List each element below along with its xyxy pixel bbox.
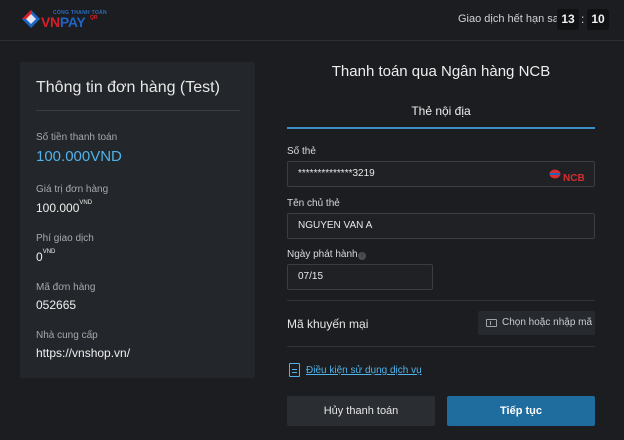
- ncb-logo-icon: [549, 169, 561, 179]
- vnpay-logo-icon: [22, 10, 40, 28]
- promo-label: Mã khuyến mại: [287, 317, 369, 331]
- card-number-field[interactable]: **************3219 NCB: [287, 161, 595, 187]
- order-id-value: 052665: [36, 298, 77, 312]
- expire-label: Giao dịch hết hạn sau: [458, 13, 566, 25]
- order-value: 100.000VND: [36, 200, 93, 215]
- amount-value: 100.000VND: [36, 148, 122, 165]
- fee-label: Phí giao dịch: [36, 233, 94, 244]
- document-icon: [289, 363, 300, 377]
- ticket-icon: [486, 319, 497, 327]
- issue-date-value: 07/15: [298, 271, 324, 282]
- tab-domestic-card[interactable]: Thẻ nội địa: [287, 104, 595, 129]
- divider: [287, 346, 595, 347]
- card-holder-label: Tên chủ thẻ: [287, 198, 340, 209]
- order-title: Thông tin đơn hàng (Test): [36, 79, 220, 96]
- payment-title: Thanh toán qua Ngân hàng NCB: [331, 63, 551, 80]
- card-holder-field[interactable]: NGUYEN VAN A: [287, 213, 595, 239]
- fee-amount: 0: [36, 250, 43, 264]
- divider: [287, 300, 595, 301]
- order-value-unit: VND: [79, 200, 93, 206]
- continue-button[interactable]: Tiếp tục: [447, 396, 595, 426]
- brand-name: VNPAY: [41, 14, 86, 30]
- timer-separator: :: [581, 12, 585, 26]
- timer-minutes: 13: [557, 9, 579, 30]
- card-holder-value: NGUYEN VAN A: [298, 220, 373, 231]
- card-number-value: **************3219: [298, 168, 375, 179]
- timer-seconds: 10: [587, 9, 609, 30]
- promo-code-button[interactable]: Chọn hoặc nhập mã: [478, 311, 595, 335]
- ncb-bank-logo: NCB: [549, 168, 591, 184]
- provider-label: Nhà cung cấp: [36, 330, 98, 341]
- issue-date-field[interactable]: 07/15: [287, 264, 433, 290]
- order-id-label: Mã đơn hàng: [36, 282, 96, 293]
- promo-button-label: Chọn hoặc nhập mã: [502, 317, 593, 328]
- issue-date-label: Ngày phát hành: [287, 249, 358, 260]
- info-icon[interactable]: i: [358, 252, 366, 260]
- brand-qr: QR: [90, 15, 98, 21]
- brand-vn: VN: [41, 14, 60, 30]
- order-value-amount: 100.000: [36, 201, 80, 215]
- fee-unit: VND: [42, 249, 56, 255]
- card-number-label: Số thẻ: [287, 146, 316, 157]
- terms-link[interactable]: Điều kiện sử dụng dịch vụ: [306, 365, 422, 376]
- cancel-payment-button[interactable]: Hủy thanh toán: [287, 396, 435, 426]
- vnpay-logo: CỔNG THANH TOÁN VNPAY QR: [20, 8, 110, 30]
- amount-label: Số tiền thanh toán: [36, 132, 118, 143]
- order-info-panel: Thông tin đơn hàng (Test) Số tiền thanh …: [20, 62, 255, 378]
- fee-value: 0VND: [36, 249, 56, 264]
- ncb-logo-text: NCB: [563, 173, 585, 184]
- top-header: CỔNG THANH TOÁN VNPAY QR Giao dịch hết h…: [0, 0, 624, 41]
- order-value-label: Giá trị đơn hàng: [36, 184, 109, 195]
- order-divider: [36, 110, 240, 111]
- provider-value: https://vnshop.vn/: [36, 346, 131, 360]
- brand-pay: PAY: [59, 14, 86, 30]
